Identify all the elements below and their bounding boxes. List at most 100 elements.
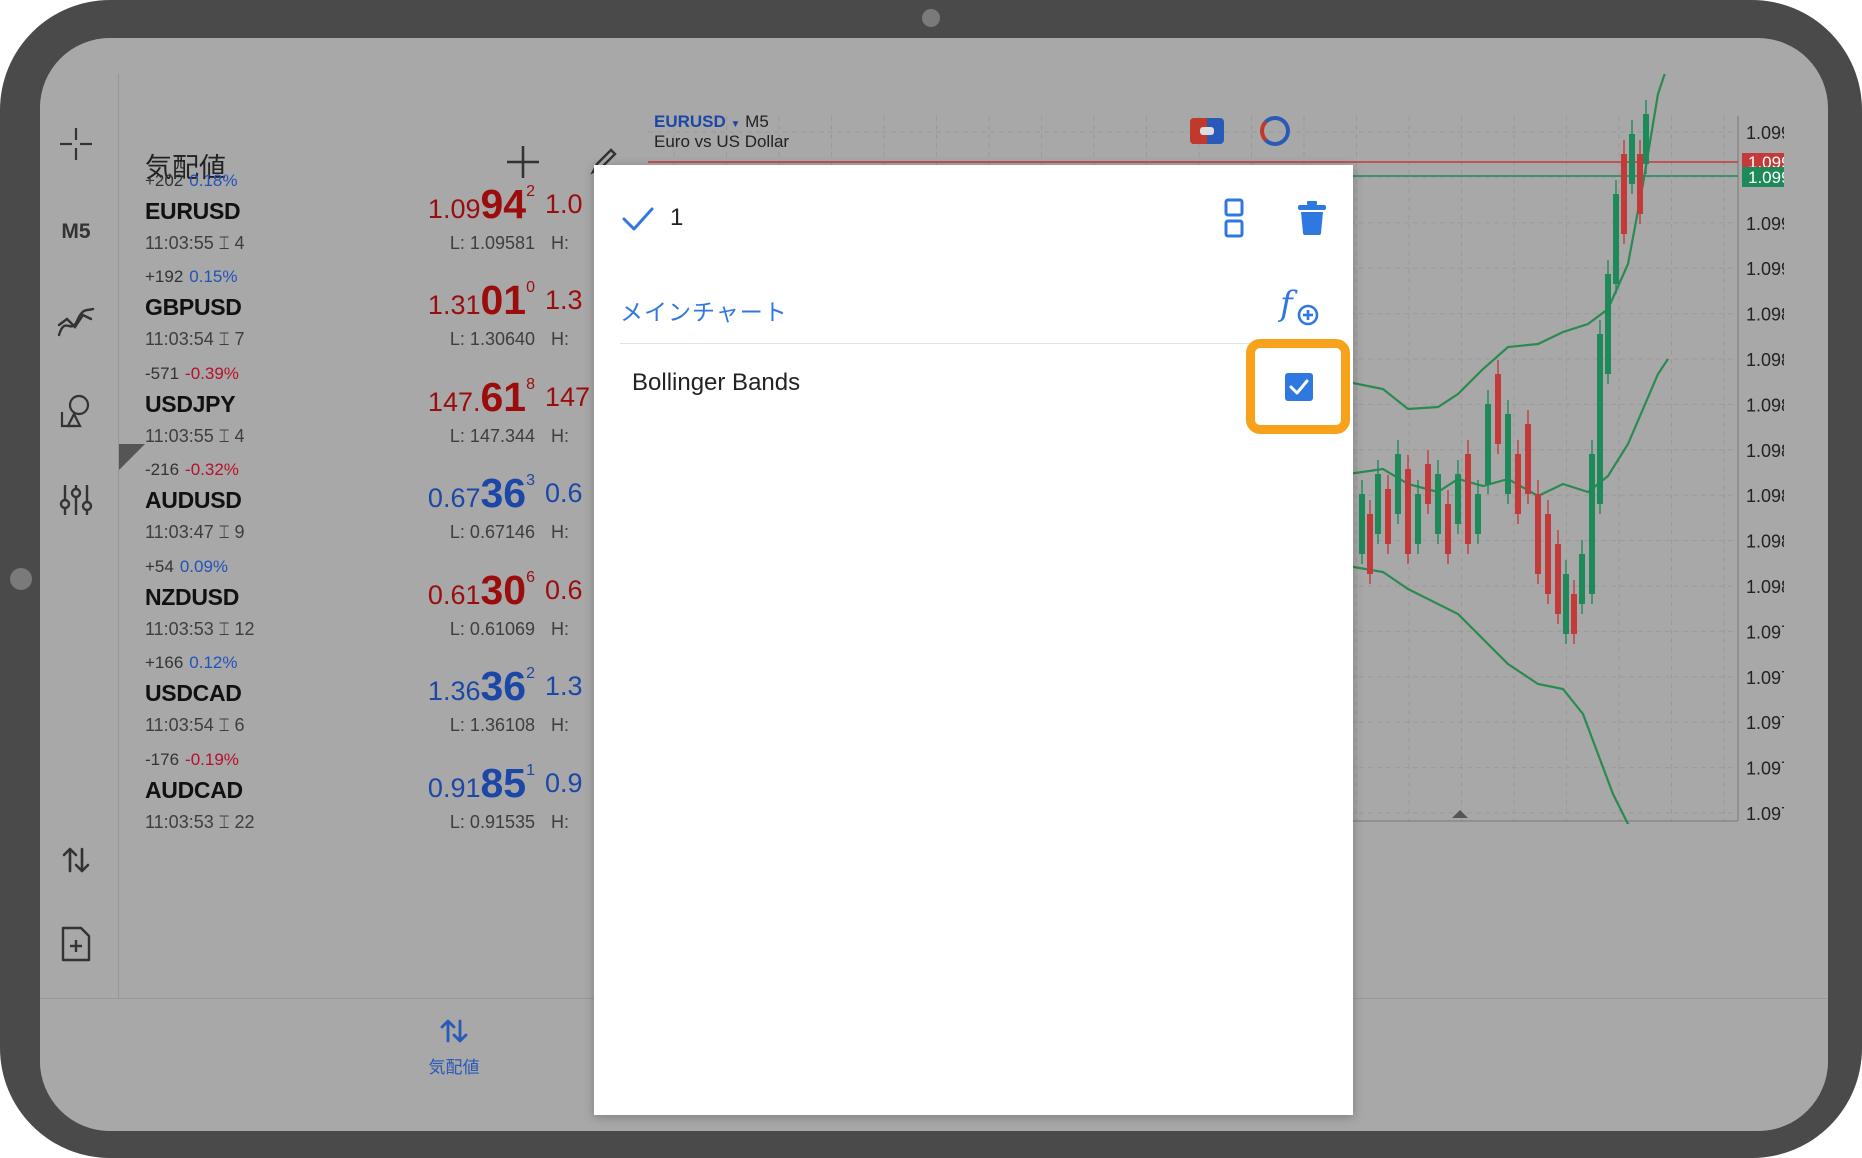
nav-quotes[interactable]: 気配値 — [404, 1017, 504, 1078]
time-value: 11:03:47 — [145, 522, 214, 542]
crosshair-icon[interactable] — [54, 122, 98, 166]
price-tick-label: 1.09890 — [1746, 305, 1784, 325]
candle-body — [1589, 454, 1595, 594]
low-price: L: 1.36108 — [449, 715, 535, 735]
chart-symbol-dropdown-icon: ▼ — [730, 119, 741, 130]
confirm-check-icon[interactable] — [620, 201, 656, 237]
candle-body — [1435, 474, 1441, 534]
time-value: 11:03:53 — [145, 619, 214, 639]
change-percent: -0.39% — [185, 364, 239, 383]
change-percent: -0.32% — [185, 460, 239, 479]
bid-big: 36 — [480, 470, 527, 516]
change-value: +166 — [145, 653, 184, 672]
bid-sup: 6 — [526, 569, 535, 586]
ask-price[interactable]: 0.6 — [545, 575, 583, 606]
candle-body — [1563, 574, 1569, 634]
ask-price[interactable]: 0.6 — [545, 478, 583, 509]
bid-sup: 2 — [526, 183, 535, 200]
bid-price[interactable]: 1.31010 — [395, 277, 535, 324]
spread-value: 22 — [234, 812, 255, 832]
nav-quotes-label: 気配値 — [428, 1058, 480, 1078]
spread-icon: ⌶ — [213, 619, 235, 639]
bid-price[interactable]: 0.61306 — [395, 567, 535, 614]
ask-price[interactable]: 1.3 — [545, 671, 583, 702]
symbol-name: AUDCAD — [145, 777, 243, 803]
candle-body — [1415, 494, 1421, 544]
indicator-list-dialog: 1 メインチャート f Bollinger Bands — [594, 165, 1353, 1115]
high-price: H: — [551, 522, 569, 542]
bid-small: 0.91 — [427, 773, 481, 803]
candle-body — [1637, 154, 1643, 214]
trade-icon[interactable] — [54, 838, 98, 882]
high-price: H: — [551, 715, 569, 735]
new-order-icon[interactable] — [54, 922, 98, 966]
bid-sup: 8 — [526, 376, 535, 393]
one-click-trading-icon[interactable] — [1190, 118, 1224, 144]
change-points: -176 -0.19% — [145, 750, 239, 770]
change-value: -216 — [145, 460, 180, 479]
svg-text:f: f — [1278, 284, 1298, 324]
price-tick-label: 1.09725 — [1746, 804, 1784, 824]
camera — [922, 9, 940, 27]
quote-time: 11:03:55 ⌶ 4 — [145, 233, 245, 254]
settings-sliders-icon[interactable] — [54, 478, 98, 522]
candle-body — [1405, 469, 1411, 554]
candle-body — [1643, 114, 1649, 164]
chart-timeframe: M5 — [745, 112, 769, 131]
time-value: 11:03:55 — [145, 233, 214, 253]
ask-price[interactable]: 1.3 — [545, 285, 583, 316]
bid-price[interactable]: 0.67363 — [395, 470, 535, 517]
indicator-icon[interactable] — [54, 300, 98, 344]
ask-price[interactable]: 1.0 — [545, 189, 583, 220]
candle-body — [1545, 514, 1551, 594]
split-window-icon[interactable] — [1220, 197, 1248, 239]
timeframe-label: M5 — [61, 220, 91, 243]
trash-icon[interactable] — [1294, 199, 1330, 237]
ask-price[interactable]: 0.9 — [545, 768, 583, 799]
bid-price[interactable]: 1.36362 — [395, 663, 535, 710]
change-points: +202 0.18% — [145, 171, 238, 191]
bid-price[interactable]: 147.618 — [395, 374, 535, 421]
high-price: H: — [551, 619, 569, 639]
timeframe-button[interactable]: M5 — [54, 210, 98, 254]
symbol-name: AUDUSD — [145, 487, 242, 513]
market-clock-icon[interactable] — [1260, 116, 1290, 146]
candle-body — [1579, 554, 1585, 604]
bid-small: 1.31 — [427, 290, 481, 320]
chart-description: Euro vs US Dollar — [654, 132, 790, 151]
bollinger-bands-checkbox[interactable] — [1285, 373, 1313, 401]
bid-big: 94 — [480, 181, 527, 227]
change-points: +54 0.09% — [145, 557, 228, 577]
symbol-name: USDJPY — [145, 391, 236, 417]
main-chart-section-title: メインチャート — [620, 300, 788, 326]
bid-big: 01 — [480, 277, 527, 323]
collapse-triangle — [119, 444, 145, 470]
candle-body — [1515, 454, 1521, 514]
price-tick-label: 1.09950 — [1746, 123, 1784, 143]
quote-time: 11:03:55 ⌶ 4 — [145, 426, 245, 447]
candle-body — [1535, 494, 1541, 574]
spread-value: 7 — [234, 329, 245, 349]
indicator-name[interactable]: Bollinger Bands — [632, 369, 800, 397]
bid-big: 30 — [480, 567, 527, 613]
bid-price[interactable]: 0.91851 — [395, 760, 535, 807]
chart-symbol-header[interactable]: EURUSD ▼ M5 — [654, 112, 769, 132]
symbol-name: USDCAD — [145, 680, 242, 706]
change-percent: 0.18% — [189, 171, 238, 190]
candle-body — [1367, 514, 1373, 574]
price-tick-label: 1.09860 — [1746, 395, 1784, 415]
ask-price[interactable]: 147 — [545, 382, 590, 413]
candle-body — [1475, 494, 1481, 534]
chart-symbol: EURUSD — [654, 112, 726, 131]
time-value: 11:03:53 — [145, 812, 214, 832]
ask-label: 1.09942 — [1748, 168, 1784, 187]
add-indicator-fx-icon[interactable]: f — [1277, 283, 1326, 327]
time-value: 11:03:55 — [145, 426, 214, 446]
candle-body — [1455, 474, 1461, 524]
objects-icon[interactable] — [54, 388, 98, 432]
spread-value: 6 — [234, 715, 245, 735]
spread-value: 4 — [234, 233, 245, 253]
bid-price[interactable]: 1.09942 — [395, 181, 535, 228]
candle-body — [1605, 274, 1611, 374]
candle-body — [1359, 494, 1365, 554]
